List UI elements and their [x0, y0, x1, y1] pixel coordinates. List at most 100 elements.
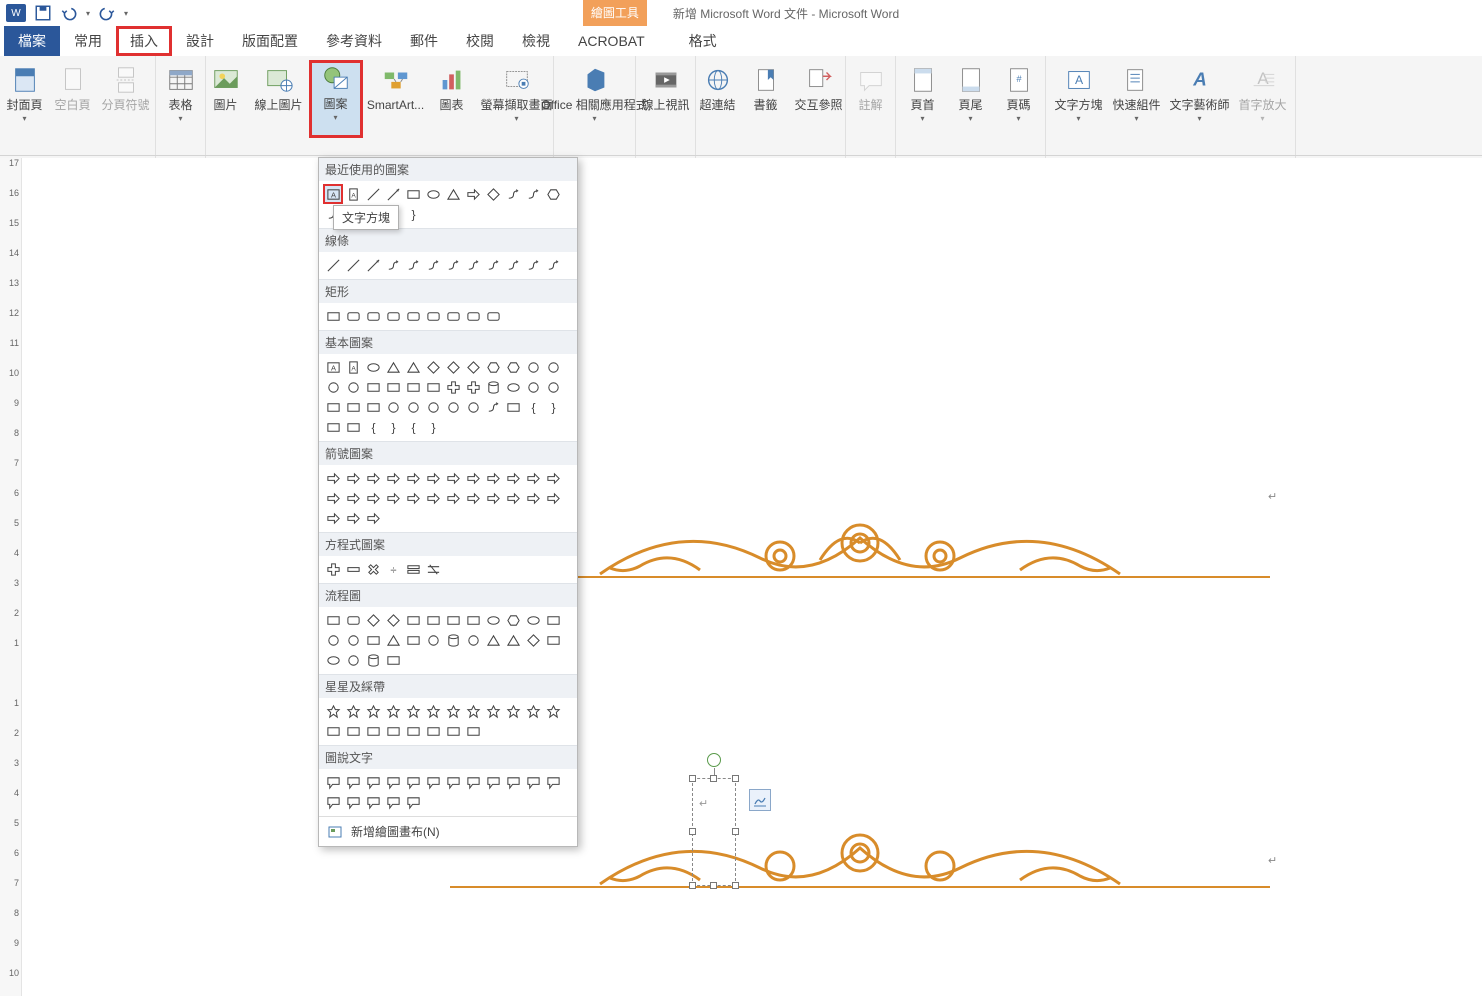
shape-option[interactable] — [463, 397, 483, 417]
shape-option[interactable] — [483, 377, 503, 397]
shape-option[interactable] — [463, 630, 483, 650]
shape-option[interactable] — [483, 701, 503, 721]
shape-option[interactable] — [343, 772, 363, 792]
shape-option[interactable] — [443, 701, 463, 721]
shape-option[interactable]: } — [403, 204, 423, 224]
shape-option[interactable]: A — [343, 184, 363, 204]
shape-option[interactable] — [463, 184, 483, 204]
shape-option[interactable] — [383, 255, 403, 275]
shape-option[interactable] — [423, 357, 443, 377]
shape-option[interactable] — [543, 357, 563, 377]
shape-option[interactable] — [343, 508, 363, 528]
shape-option[interactable] — [343, 468, 363, 488]
table-button[interactable]: 表格 — [158, 60, 204, 138]
redo-icon[interactable] — [98, 4, 116, 22]
shape-option[interactable] — [423, 377, 443, 397]
shape-option[interactable] — [503, 184, 523, 204]
tab-acrobat[interactable]: ACROBAT — [564, 26, 659, 56]
shape-option[interactable] — [483, 772, 503, 792]
shape-option[interactable] — [423, 721, 443, 741]
shape-option[interactable] — [443, 610, 463, 630]
shape-option[interactable] — [363, 610, 383, 630]
shape-option[interactable]: } — [543, 397, 563, 417]
shape-option[interactable] — [323, 721, 343, 741]
shape-option[interactable] — [363, 184, 383, 204]
shape-option[interactable] — [543, 630, 563, 650]
shape-option[interactable] — [403, 559, 423, 579]
shape-option[interactable] — [483, 397, 503, 417]
shape-option[interactable] — [523, 357, 543, 377]
new-drawing-canvas[interactable]: 新增繪圖畫布(N) — [319, 816, 577, 846]
shape-option[interactable] — [363, 255, 383, 275]
shape-option[interactable] — [383, 650, 403, 670]
comment-button[interactable]: 註解 — [848, 60, 894, 138]
tab-references[interactable]: 參考資料 — [312, 26, 396, 56]
shape-option[interactable] — [503, 357, 523, 377]
shape-option[interactable] — [403, 701, 423, 721]
shape-option[interactable]: A — [323, 184, 343, 204]
shape-option[interactable]: ÷ — [383, 559, 403, 579]
pictures-button[interactable]: 圖片 — [203, 60, 249, 138]
office-apps-button[interactable]: Office 相關應用程式 — [557, 60, 633, 138]
shape-option[interactable] — [503, 488, 523, 508]
shape-option[interactable] — [463, 488, 483, 508]
shape-option[interactable] — [403, 610, 423, 630]
text-box-button[interactable]: A 文字方塊 — [1051, 60, 1107, 138]
shape-option[interactable] — [463, 701, 483, 721]
online-video-button[interactable]: 線上視訊 — [638, 60, 694, 138]
resize-handle[interactable] — [710, 775, 717, 782]
shape-option[interactable] — [323, 468, 343, 488]
shape-option[interactable] — [483, 610, 503, 630]
shape-option[interactable] — [383, 357, 403, 377]
shape-option[interactable] — [403, 468, 423, 488]
shape-option[interactable] — [523, 184, 543, 204]
shape-option[interactable] — [403, 772, 423, 792]
shape-option[interactable]: { — [523, 397, 543, 417]
shape-option[interactable] — [523, 772, 543, 792]
shape-option[interactable] — [523, 488, 543, 508]
smartart-button[interactable]: SmartArt... — [365, 60, 427, 138]
shape-option[interactable] — [423, 184, 443, 204]
shape-option[interactable]: } — [383, 417, 403, 437]
shape-option[interactable] — [483, 357, 503, 377]
shape-option[interactable] — [443, 630, 463, 650]
bookmark-button[interactable]: 書籤 — [743, 60, 789, 138]
shape-option[interactable] — [383, 306, 403, 326]
shape-option[interactable] — [483, 184, 503, 204]
shape-option[interactable] — [343, 610, 363, 630]
shape-option[interactable] — [423, 701, 443, 721]
shape-option[interactable] — [443, 184, 463, 204]
shape-option[interactable] — [443, 772, 463, 792]
shape-option[interactable] — [543, 610, 563, 630]
resize-handle[interactable] — [689, 775, 696, 782]
shape-option[interactable] — [363, 721, 383, 741]
shape-option[interactable]: { — [403, 417, 423, 437]
shape-option[interactable] — [543, 184, 563, 204]
shape-option[interactable] — [363, 559, 383, 579]
shape-option[interactable] — [523, 610, 543, 630]
shape-option[interactable] — [403, 306, 423, 326]
shape-option[interactable] — [363, 306, 383, 326]
shape-option[interactable] — [403, 184, 423, 204]
shape-option[interactable] — [323, 417, 343, 437]
shape-option[interactable] — [543, 488, 563, 508]
shape-option[interactable] — [423, 559, 443, 579]
shape-option[interactable] — [343, 488, 363, 508]
shape-option[interactable] — [403, 630, 423, 650]
shape-option[interactable] — [403, 397, 423, 417]
shape-option[interactable] — [343, 559, 363, 579]
shape-option[interactable] — [423, 397, 443, 417]
shape-option[interactable] — [523, 701, 543, 721]
shape-option[interactable] — [323, 306, 343, 326]
shape-option[interactable]: } — [423, 417, 443, 437]
layout-options-button[interactable] — [749, 789, 771, 811]
shape-option[interactable] — [383, 488, 403, 508]
shape-option[interactable] — [423, 468, 443, 488]
shape-option[interactable] — [343, 377, 363, 397]
shape-option[interactable] — [383, 468, 403, 488]
shape-option[interactable] — [423, 630, 443, 650]
shape-option[interactable] — [423, 306, 443, 326]
cover-page-button[interactable]: 封面頁 — [2, 60, 48, 138]
shape-option[interactable] — [543, 701, 563, 721]
shape-option[interactable] — [363, 357, 383, 377]
